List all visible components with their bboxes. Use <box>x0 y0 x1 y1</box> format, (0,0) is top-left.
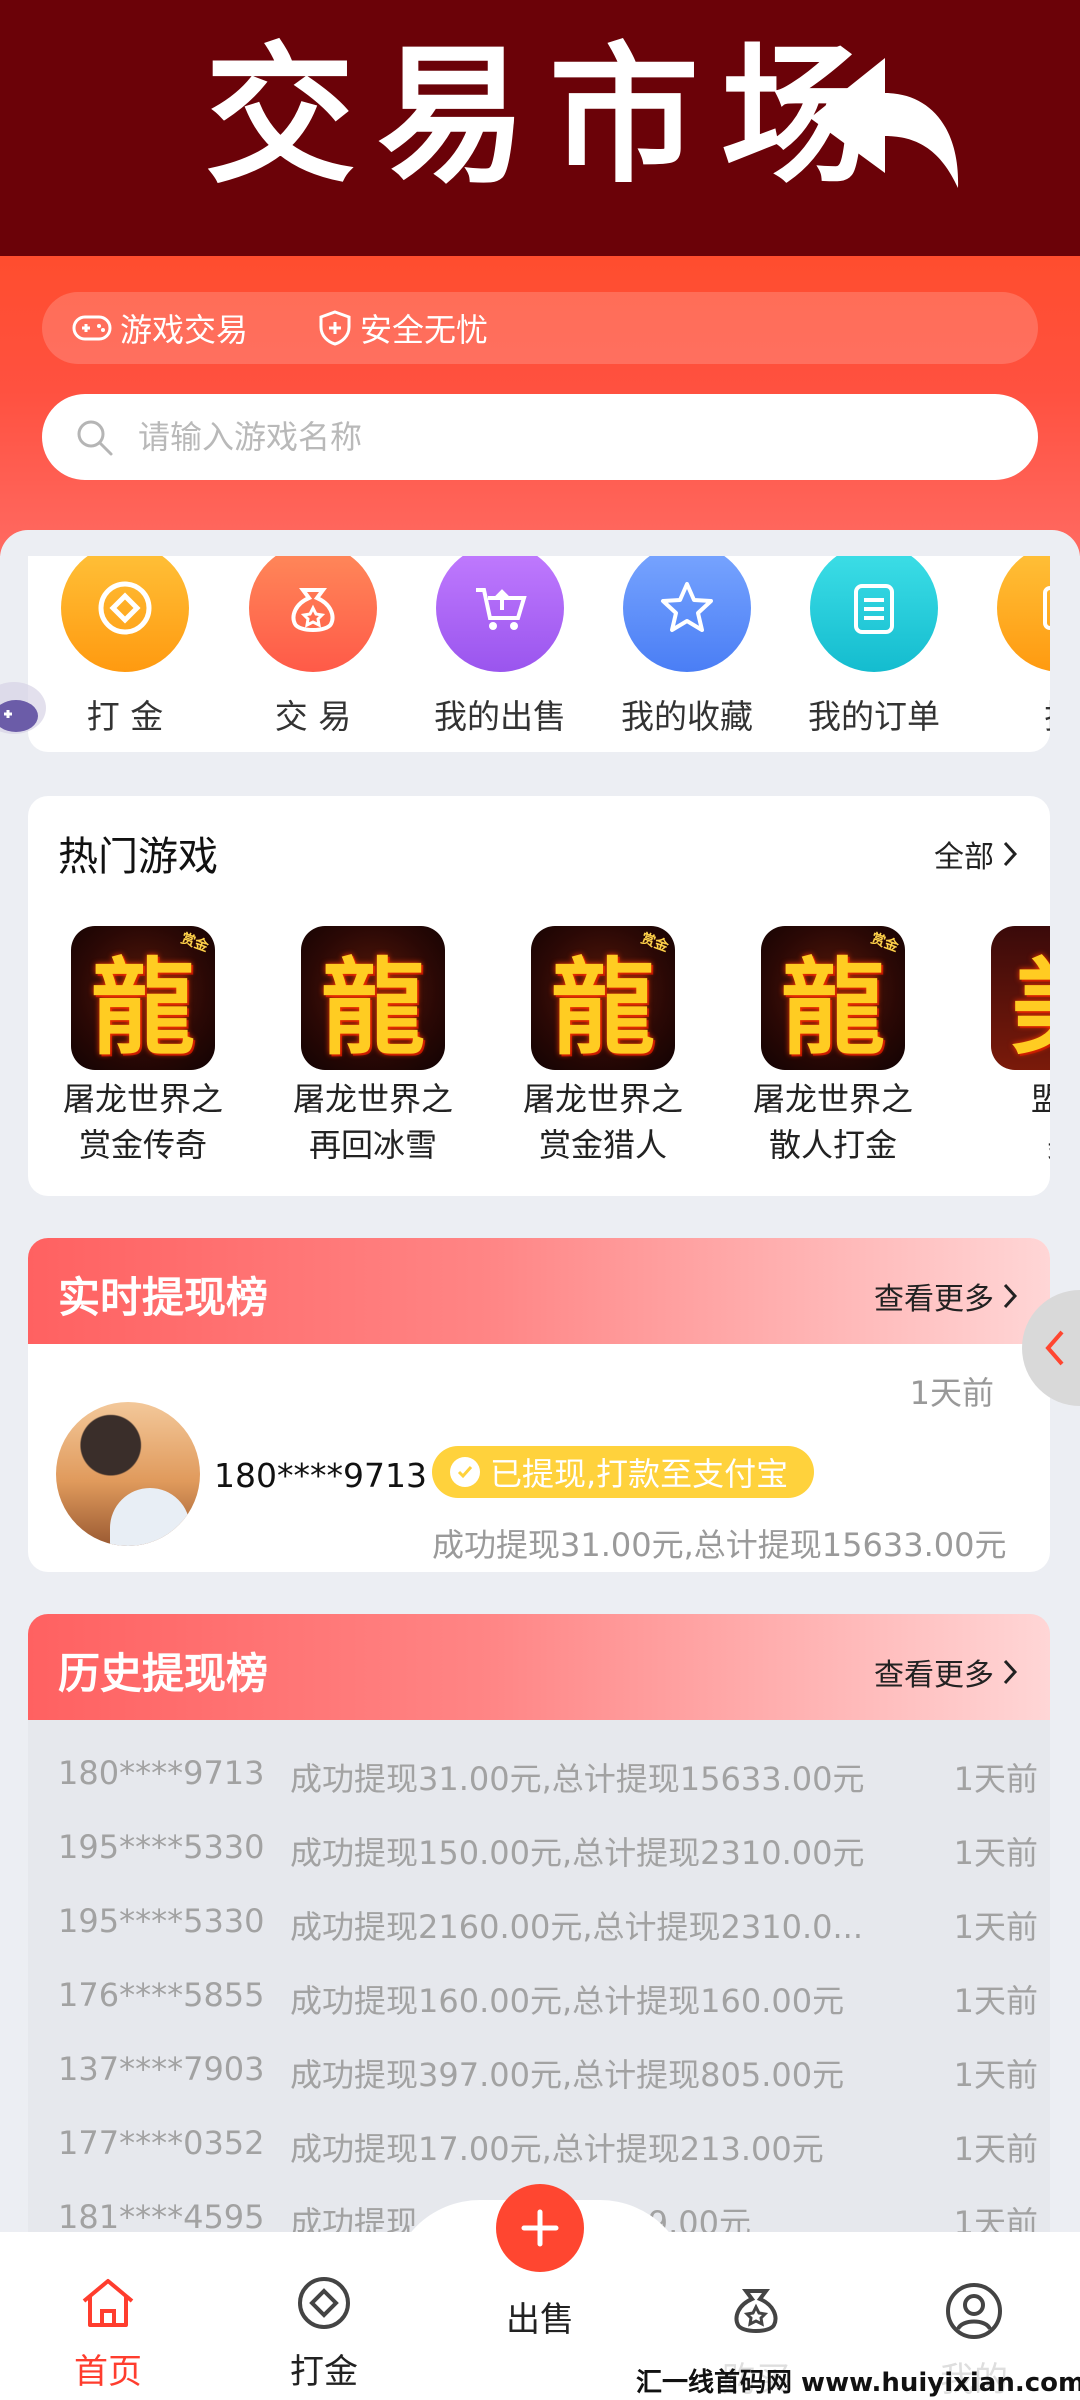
chevron-right-icon <box>1003 841 1018 867</box>
tab-dajin[interactable]: 打金 <box>254 2268 394 2393</box>
view-more-link[interactable]: 查看更多 <box>874 1274 1018 1318</box>
menu-label: 交 易 <box>274 697 352 736</box>
menu-label: 我的出售 <box>434 697 566 736</box>
game-icon: 龍赏金 <box>761 926 905 1070</box>
coin-icon <box>61 556 189 672</box>
check-icon <box>450 1457 480 1487</box>
star-icon <box>623 556 751 672</box>
game-name-line2: 赏金猎人 <box>538 1126 667 1164</box>
view-more-label: 查看更多 <box>874 1282 994 1317</box>
status-text: 已提现,打款至支付宝 <box>490 1455 789 1493</box>
menu-item-withdraw[interactable]: 提 <box>986 556 1050 738</box>
game-name-line1: 盟重 <box>1030 1080 1050 1118</box>
history-rank-title: 历史提现榜 <box>58 1649 269 1698</box>
game-item[interactable]: 龍赏金 屠龙世界之赏金猎人 <box>508 926 698 1168</box>
menu-item-my-orders[interactable]: 我的订单 <box>799 556 949 738</box>
tab-label: 首页 <box>74 2352 142 2392</box>
history-row: 137****7903 成功提现397.00元,总计提现805.00元 1天前 <box>58 2050 1038 2094</box>
game-item[interactable]: 美 盟重美 <box>968 926 1050 1168</box>
hot-games-title: 热门游戏 <box>58 834 218 880</box>
shield-plus-icon <box>319 310 351 346</box>
game-item[interactable]: 龍 屠龙世界之再回冰雪 <box>278 926 468 1168</box>
tag-label: 游戏交易 <box>120 311 249 349</box>
game-name-line2: 再回冰雪 <box>308 1126 437 1164</box>
withdraw-icon <box>997 556 1050 672</box>
tab-label: 出售 <box>506 2300 574 2340</box>
menu-item-dajin[interactable]: 打 金 <box>50 556 200 738</box>
watermark: 汇一线首码网 www.huiyixian.com <box>636 2362 1080 2399</box>
search-icon <box>77 420 113 456</box>
game-name-line1: 屠龙世界之 <box>522 1080 683 1118</box>
cart-icon <box>436 556 564 672</box>
menu-label: 提 <box>986 690 1051 738</box>
sell-button[interactable] <box>496 2184 584 2272</box>
realtime-rank-title: 实时提现榜 <box>58 1273 269 1322</box>
back-arrow-icon[interactable] <box>790 48 970 208</box>
rank-header: 历史提现榜 查看更多 <box>28 1614 1050 1720</box>
game-icon: 龍 <box>301 926 445 1070</box>
chevron-left-icon <box>1045 1330 1064 1366</box>
tab-label: 打金 <box>290 2352 358 2392</box>
menu-item-trade[interactable]: 交 易 <box>238 556 388 738</box>
realtime-rank-card: 实时提现榜 查看更多 180****9713 1天前 已提现,打款至支付宝 成功… <box>28 1238 1050 1572</box>
user-phone: 180****9713 <box>214 1456 427 1495</box>
game-icon: 美 <box>991 926 1050 1070</box>
tag-game-trade: 游戏交易 <box>72 292 248 364</box>
user-icon <box>946 2283 1002 2339</box>
chevron-right-icon <box>1003 1283 1018 1309</box>
status-badge: 已提现,打款至支付宝 <box>432 1446 815 1498</box>
view-all-link[interactable]: 全部 <box>934 832 1018 876</box>
menu-item-my-sales[interactable]: 我的出售 <box>425 556 575 738</box>
menu-item-my-favorites[interactable]: 我的收藏 <box>612 556 762 738</box>
game-name-line2: 散人打金 <box>768 1126 897 1164</box>
game-icon: 龍赏金 <box>71 926 215 1070</box>
money-bag-icon <box>249 556 377 672</box>
menu-label: 我的订单 <box>808 697 940 736</box>
main-content: 打 金 交 易 我的出售 我的收藏 我的订单 热门游戏 全部 龍 赏金 屠龙世界… <box>0 530 1080 2400</box>
view-all-label: 全部 <box>934 840 994 875</box>
tag-secure: 安全无忧 <box>318 292 488 364</box>
money-bag-icon <box>734 2289 778 2333</box>
tag-label: 安全无忧 <box>360 311 489 349</box>
order-list-icon <box>810 556 938 672</box>
history-row: 176****5855 成功提现160.00元,总计提现160.00元 1天前 <box>58 1976 1038 2020</box>
promo-banner: 交易市场 <box>0 0 1080 256</box>
game-item[interactable]: 龍赏金 屠龙世界之散人打金 <box>738 926 928 1168</box>
avatar <box>56 1402 200 1546</box>
view-more-link[interactable]: 查看更多 <box>874 1650 1018 1694</box>
menu-label: 我的收藏 <box>621 697 753 736</box>
search-bar[interactable] <box>42 394 1038 480</box>
game-name-line2: 美 <box>968 1122 1050 1168</box>
gamepad-icon <box>72 315 112 341</box>
history-row: 195****5330 成功提现150.00元,总计提现2310.00元 1天前 <box>58 1828 1038 1872</box>
quick-menu: 打 金 交 易 我的出售 我的收藏 我的订单 <box>28 556 1050 752</box>
menu-label: 打 金 <box>86 697 164 736</box>
history-row: 195****5330 成功提现2160.00元,总计提现2310.0... 1天前 <box>58 1902 1038 1946</box>
home-icon <box>82 2279 134 2327</box>
header: 游戏交易 安全无忧 <box>0 256 1080 556</box>
floating-game-icon[interactable] <box>0 664 62 744</box>
game-icon: 龍赏金 <box>531 926 675 1070</box>
hot-games-card: 热门游戏 全部 龍赏金 屠龙世界之赏金传奇 龍 屠龙世界之再回冰雪 龍赏金 屠龙… <box>28 796 1050 1196</box>
rank-header: 实时提现榜 查看更多 <box>28 1238 1050 1344</box>
game-name-line2: 赏金传奇 <box>78 1126 207 1164</box>
feature-tags: 游戏交易 安全无忧 <box>42 292 1038 364</box>
history-row: 180****9713 成功提现31.00元,总计提现15633.00元 1天前 <box>58 1754 1038 1798</box>
coin-icon <box>298 2277 350 2329</box>
tab-home[interactable]: 首页 <box>38 2268 178 2393</box>
game-name-line1: 屠龙世界之 <box>752 1080 913 1118</box>
game-name-line1: 屠龙世界之 <box>62 1080 223 1118</box>
game-name-line1: 屠龙世界之 <box>292 1080 453 1118</box>
search-input[interactable] <box>138 418 938 456</box>
chevron-right-icon <box>1003 1659 1018 1685</box>
withdraw-detail: 成功提现31.00元,总计提现15633.00元 <box>432 1526 1007 1564</box>
view-more-label: 查看更多 <box>874 1658 994 1693</box>
timestamp: 1天前 <box>909 1374 994 1412</box>
plus-icon <box>521 2209 559 2247</box>
history-row: 177****0352 成功提现17.00元,总计提现213.00元 1天前 <box>58 2124 1038 2168</box>
game-item[interactable]: 龍赏金 屠龙世界之赏金传奇 <box>48 926 238 1168</box>
